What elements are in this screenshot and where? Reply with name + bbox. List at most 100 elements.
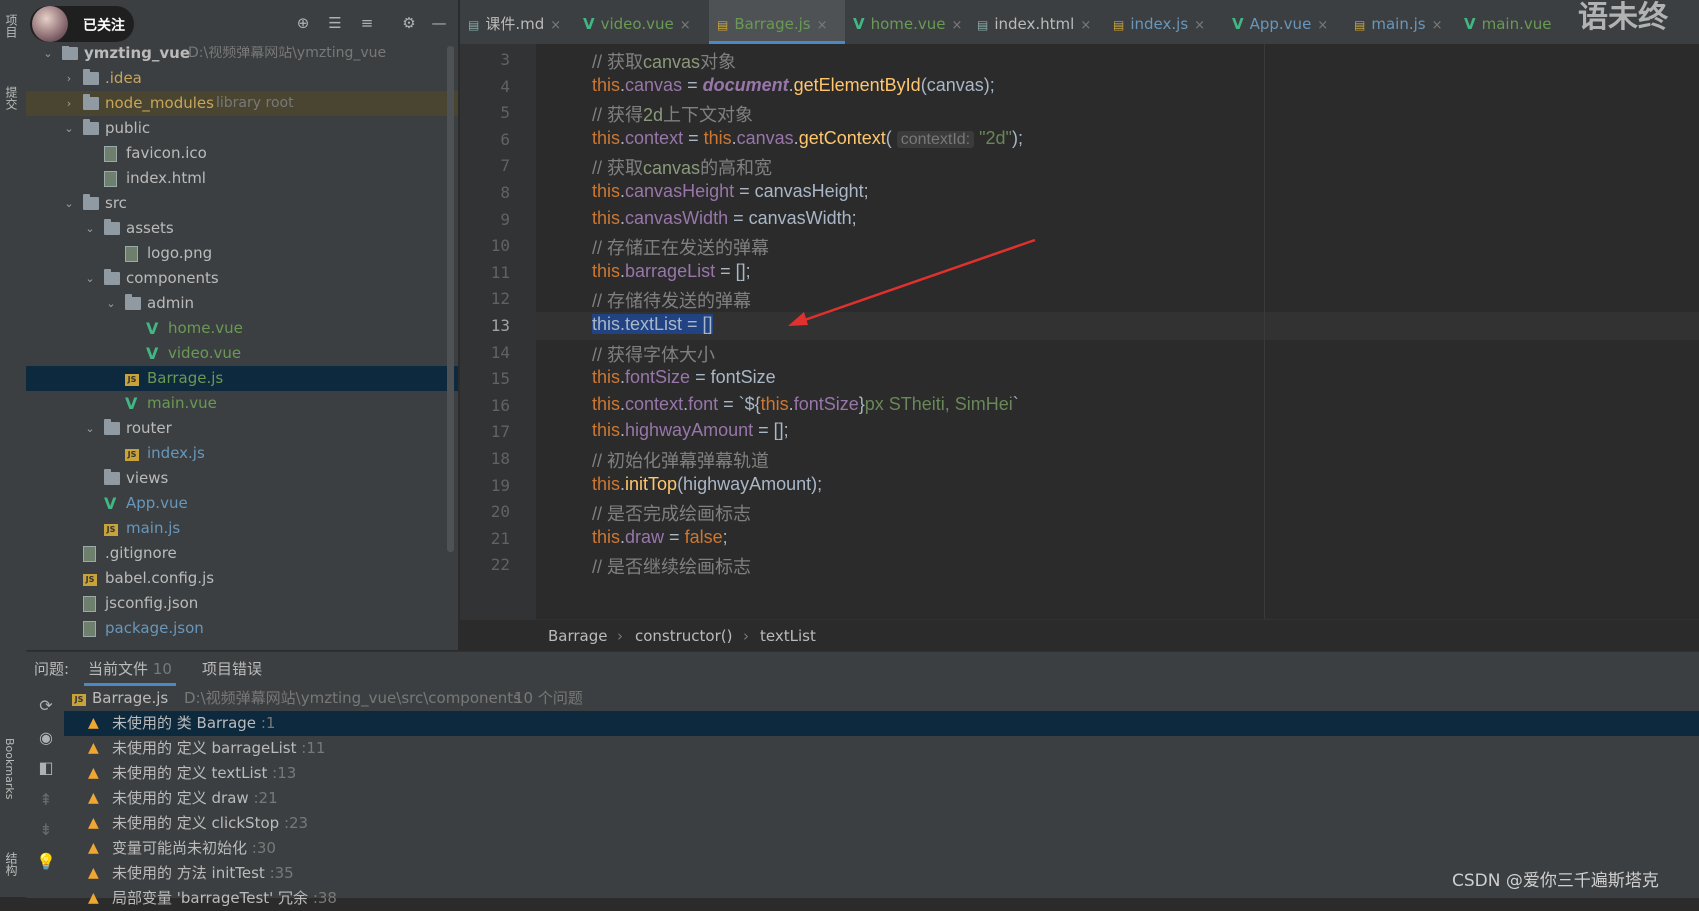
close-icon[interactable]: × xyxy=(952,18,963,33)
tree-item-home-vue[interactable]: Vhome.vue xyxy=(26,316,458,341)
code-line[interactable]: this.textList = [] xyxy=(592,314,713,335)
tree-item-logo-png[interactable]: logo.png xyxy=(26,241,458,266)
collapse-all-icon[interactable]: ≡ xyxy=(358,14,376,32)
preview-icon[interactable]: ◧ xyxy=(36,758,56,778)
problems-file-row[interactable]: JS Barrage.js D:\视频弹幕网站\ymzting_vue\src\… xyxy=(64,686,1699,711)
problem-text: 未使用的 定义 draw :21 xyxy=(112,789,278,807)
breadcrumb-item-method[interactable]: constructor() xyxy=(635,620,732,652)
tab-md[interactable]: ▤ 课件.md × xyxy=(460,0,575,44)
code-line[interactable]: // 获得2d上下文对象 xyxy=(592,101,753,127)
code-line[interactable]: this.canvasHeight = canvasHeight; xyxy=(592,181,869,202)
chevron-down-icon[interactable]: ⌄ xyxy=(63,116,75,141)
close-icon[interactable]: × xyxy=(1432,18,1443,33)
tree-item-app-vue[interactable]: V App.vue xyxy=(26,491,458,516)
chevron-down-icon[interactable]: ⌄ xyxy=(84,416,96,441)
expand-all-icon[interactable]: ☰ xyxy=(326,14,344,32)
code-line[interactable]: this.draw = false; xyxy=(592,527,728,548)
code-line[interactable]: // 存储待发送的弹幕 xyxy=(592,287,751,313)
bookmarks-tool-button[interactable]: Bookmarks xyxy=(3,738,16,799)
code-line[interactable]: this.fontSize = fontSize xyxy=(592,367,776,388)
breadcrumb-item-field[interactable]: textList xyxy=(760,620,816,652)
tree-item-assets[interactable]: ⌄ assets xyxy=(26,216,458,241)
tree-item-views[interactable]: views xyxy=(26,466,458,491)
tree-item-node-modules[interactable]: › node_modules library root xyxy=(26,91,458,116)
chevron-down-icon[interactable]: ⌄ xyxy=(84,216,96,241)
problem-item[interactable]: ▲ 未使用的 定义 draw :21 xyxy=(64,786,1699,811)
tab-barrage-js[interactable]: ▤ Barrage.js × xyxy=(709,0,845,44)
tree-item-index-js[interactable]: JS index.js xyxy=(26,441,458,466)
close-icon[interactable]: × xyxy=(1194,18,1205,33)
tab-project-errors[interactable]: 项目错误 xyxy=(202,652,262,686)
code-editor[interactable]: // 获取canvas对象 this.canvas = document.getE… xyxy=(536,44,1699,619)
tree-item-video-vue[interactable]: Vvideo.vue xyxy=(26,341,458,366)
code-line[interactable]: this.highwayAmount = []; xyxy=(592,420,789,441)
code-line[interactable]: this.barrageList = []; xyxy=(592,261,751,282)
tree-item-idea[interactable]: › .idea xyxy=(26,66,458,91)
tree-item-babel-config-js[interactable]: JS babel.config.js xyxy=(26,566,458,591)
locate-icon[interactable]: ⊕ xyxy=(294,14,312,32)
gear-icon[interactable]: ⚙ xyxy=(400,14,418,32)
tab-app-vue[interactable]: V App.vue × xyxy=(1224,0,1346,44)
tab-video-vue[interactable]: Vvideo.vue × xyxy=(575,0,709,44)
hide-icon[interactable]: — xyxy=(430,14,448,32)
tree-item-public[interactable]: ⌄ public xyxy=(26,116,458,141)
breadcrumb-item-class[interactable]: Barrage xyxy=(548,620,608,652)
code-line[interactable]: this.context.font = `${this.fontSize}px … xyxy=(592,394,1019,415)
tab-current-file[interactable]: 当前文件 10 xyxy=(84,652,176,686)
code-line[interactable]: // 获得字体大小 xyxy=(592,341,715,367)
tree-item-router[interactable]: ⌄ router xyxy=(26,416,458,441)
close-icon[interactable]: × xyxy=(817,18,828,33)
code-line[interactable]: // 获取canvas的高和宽 xyxy=(592,154,772,180)
commit-tool-button[interactable]: 提交 xyxy=(3,86,20,110)
chevron-down-icon[interactable]: ⌄ xyxy=(63,191,75,216)
problem-item[interactable]: ▲ 未使用的 类 Barrage :1 xyxy=(64,711,1699,736)
tab-main-vue[interactable]: Vmain.vue xyxy=(1456,0,1566,44)
close-icon[interactable]: × xyxy=(1080,18,1091,33)
lightbulb-icon[interactable]: 💡 xyxy=(36,852,56,872)
code-line[interactable]: // 初始化弹幕弹幕轨道 xyxy=(592,447,769,473)
expand-icon[interactable]: ⇞ xyxy=(36,790,56,810)
code-line[interactable]: this.initTop(highwayAmount); xyxy=(592,474,822,495)
code-line[interactable]: this.context = this.canvas.getContext( c… xyxy=(592,128,1023,149)
tree-item-src[interactable]: ⌄ src xyxy=(26,191,458,216)
problem-item[interactable]: ▲ 未使用的 定义 clickStop :23 xyxy=(64,811,1699,836)
chevron-right-icon[interactable]: › xyxy=(63,66,75,91)
tab-index-html[interactable]: ▤ index.html × xyxy=(969,0,1105,44)
code-line[interactable]: // 是否完成绘画标志 xyxy=(592,500,751,526)
code-line[interactable]: this.canvasWidth = canvasWidth; xyxy=(592,208,857,229)
tab-main-js[interactable]: ▤ main.js × xyxy=(1346,0,1456,44)
tree-item-favicon-ico[interactable]: favicon.ico xyxy=(26,141,458,166)
refresh-icon[interactable]: ⟳ xyxy=(36,696,56,716)
code-line[interactable]: // 是否继续绘画标志 xyxy=(592,553,751,579)
tree-item-main-vue[interactable]: Vmain.vue xyxy=(26,391,458,416)
js-file-icon: JS xyxy=(104,524,118,536)
tree-item-barrage-js[interactable]: JS Barrage.js xyxy=(26,366,458,391)
chevron-right-icon[interactable]: › xyxy=(63,91,75,116)
chevron-down-icon[interactable]: ⌄ xyxy=(84,266,96,291)
problem-item[interactable]: ▲ 未使用的 定义 textList :13 xyxy=(64,761,1699,786)
code-line[interactable]: this.canvas = document.getElementById(ca… xyxy=(592,75,995,96)
tree-item-index-html[interactable]: index.html xyxy=(26,166,458,191)
tree-item-gitignore[interactable]: .gitignore xyxy=(26,541,458,566)
tab-index-js[interactable]: ▤ index.js × xyxy=(1105,0,1224,44)
project-scrollbar[interactable] xyxy=(447,46,454,552)
tab-home-vue[interactable]: Vhome.vue × xyxy=(845,0,969,44)
tree-item-components[interactable]: ⌄ components xyxy=(26,266,458,291)
problem-item[interactable]: ▲ 变量可能尚未初始化 :30 xyxy=(64,836,1699,861)
project-tool-button[interactable]: 项目 xyxy=(3,14,20,38)
close-icon[interactable]: × xyxy=(550,18,561,33)
close-icon[interactable]: × xyxy=(680,18,691,33)
close-icon[interactable]: × xyxy=(1317,18,1328,33)
code-line[interactable]: // 获取canvas对象 xyxy=(592,48,736,74)
collapse-icon[interactable]: ⇟ xyxy=(36,820,56,840)
tree-item-package-json[interactable]: package.json xyxy=(26,616,458,641)
chevron-down-icon[interactable]: ⌄ xyxy=(105,291,117,316)
eye-icon[interactable]: ◉ xyxy=(36,728,56,748)
tree-item-jsconfig-json[interactable]: jsconfig.json xyxy=(26,591,458,616)
problem-item[interactable]: ▲ 未使用的 定义 barrageList :11 xyxy=(64,736,1699,761)
tree-item-admin[interactable]: ⌄ admin xyxy=(26,291,458,316)
code-line[interactable]: // 存储正在发送的弹幕 xyxy=(592,234,769,260)
line-number: 10 xyxy=(490,236,510,256)
tree-item-main-js[interactable]: JS main.js xyxy=(26,516,458,541)
structure-tool-button[interactable]: 结构 xyxy=(3,852,20,876)
